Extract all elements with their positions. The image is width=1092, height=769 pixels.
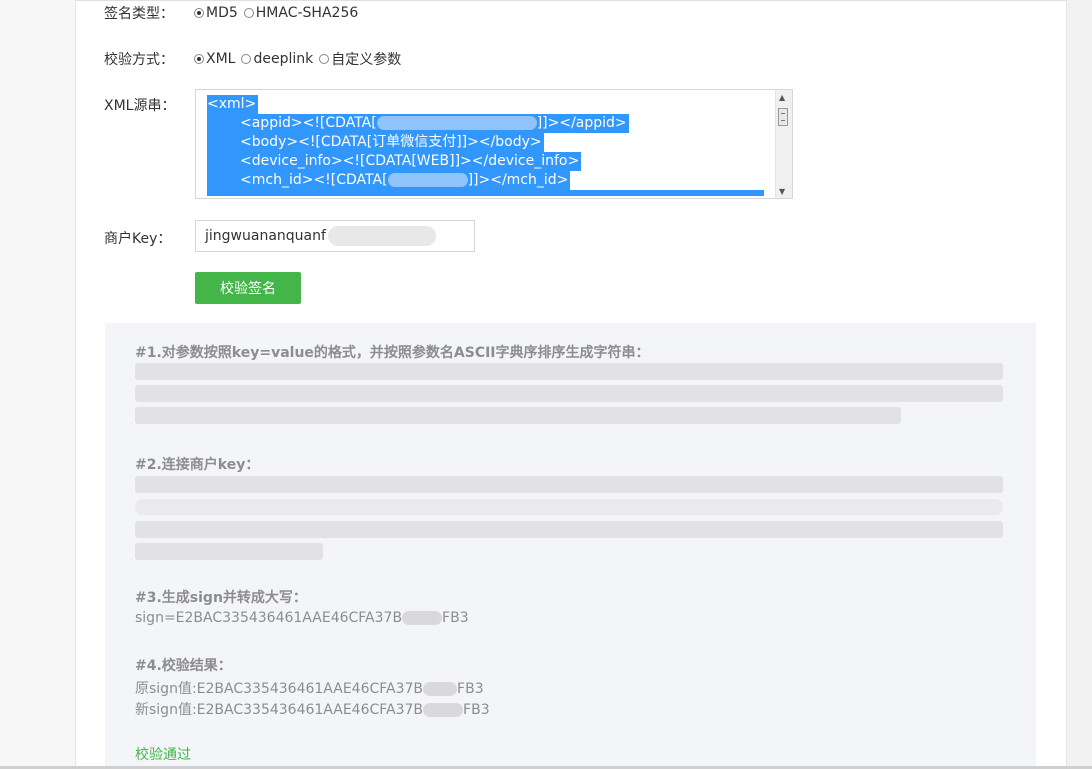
sign-text: sign=E2BAC335436461AAE46CFA37B [135,610,403,626]
new-sign: 新sign值:E2BAC335436461AAE46CFA37B FB3 [135,699,490,719]
radio-unchecked-icon[interactable] [241,54,252,64]
merchant-key-input[interactable]: jingwuananquanf [195,220,475,252]
redacted-mch-id [387,173,468,187]
redacted-block [135,521,1003,538]
option-label: HMAC-SHA256 [255,5,359,21]
xml-line: <appid><![CDATA[ ]]></appid> [207,114,629,133]
redacted-block [135,499,1003,515]
step3-sign: sign=E2BAC335436461AAE46CFA37B FB3 [135,610,469,626]
verify-pass-text: 校验通过 [135,747,191,763]
radio-checked-icon[interactable] [194,54,204,64]
option-label: MD5 [206,5,238,21]
option-label: XML [206,51,236,67]
sign-text: 原sign值:E2BAC335436461AAE46CFA37B [135,681,424,697]
step3-title: #3.生成sign并转成大写： [135,590,307,606]
merchant-key-label: 商户Key： [104,231,172,247]
verify-method-deeplink-option[interactable]: deeplink [241,51,313,67]
option-label: 自定义参数 [331,52,402,68]
merchant-key-value: jingwuananquanf [205,228,326,244]
verify-method-label: 校验方式： [104,52,174,68]
xml-line: <device_info><![CDATA[WEB]]></device_inf… [207,152,582,171]
step1-title: #1.对参数按照key=value的格式，并按照参数名ASCII字典序排序生成字… [135,345,650,361]
sign-type-label: 签名类型： [104,6,174,22]
merchant-key-row: 商户Key： [104,228,194,248]
xml-text: ]]></mch_id> [467,172,569,188]
redacted-sign [402,611,443,625]
redacted-sign [423,703,464,717]
verify-method-custom-option[interactable]: 自定义参数 [319,49,401,69]
left-page-margin [0,0,76,769]
step4-title: #4.校验结果： [135,658,232,674]
radio-unchecked-icon[interactable] [243,8,254,18]
redacted-sign [423,682,458,696]
redacted-block [135,385,1003,402]
xml-line: <mch_id><![CDATA[ ]]></mch_id> [207,171,571,190]
step2-title: #2.连接商户key： [135,457,260,473]
redacted-block [135,543,323,560]
xml-text: <appid><![CDATA[ [240,115,377,131]
sign-type-md5-option[interactable]: MD5 [194,5,238,21]
verify-sign-button[interactable]: 校验签名 [195,272,301,304]
redacted-appid [376,116,537,130]
scroll-up-arrow-icon[interactable]: ▲ [779,93,785,102]
xml-line-partial [207,190,764,196]
redacted-block [135,407,901,424]
sign-text: FB3 [463,702,490,718]
scroll-thumb[interactable] [778,108,788,126]
xml-scrollbar[interactable]: ▲ ▼ [775,90,792,198]
redacted-key [327,226,436,246]
redacted-block [135,363,1003,380]
verify-method-xml-option[interactable]: XML [194,51,235,67]
radio-checked-icon[interactable] [194,8,204,18]
xml-source-textarea[interactable]: <xml> <appid><![CDATA[ ]]></appid> <body>… [195,89,793,199]
xml-selection: <xml> <appid><![CDATA[ ]]></appid> <body>… [207,95,764,196]
xml-line: <xml> [207,95,259,114]
verify-method-row: 校验方式： XML deeplink 自定义参数 [104,49,407,69]
sign-text: 新sign值:E2BAC335436461AAE46CFA37B [135,702,424,718]
xml-source-label: XML源串： [104,98,176,114]
top-border [75,0,1066,1]
sign-type-hmac-option[interactable]: HMAC-SHA256 [243,5,359,21]
sign-text: FB3 [457,681,484,697]
xml-source-row: XML源串： [104,95,194,115]
original-sign: 原sign值:E2BAC335436461AAE46CFA37B FB3 [135,678,484,698]
sign-type-row: 签名类型： MD5 HMAC-SHA256 [104,3,364,23]
xml-line: <body><![CDATA[订单微信支付]]></body> [207,133,544,152]
redacted-block [135,476,1003,493]
sign-text: FB3 [442,610,469,626]
scroll-down-arrow-icon[interactable]: ▼ [779,187,785,196]
xml-text: ]]></appid> [536,115,627,131]
right-page-margin [1066,0,1092,769]
xml-text: <mch_id><![CDATA[ [240,172,388,188]
radio-unchecked-icon[interactable] [319,54,330,64]
option-label: deeplink [253,51,314,67]
result-panel: #1.对参数按照key=value的格式，并按照参数名ASCII字典序排序生成字… [105,323,1036,766]
